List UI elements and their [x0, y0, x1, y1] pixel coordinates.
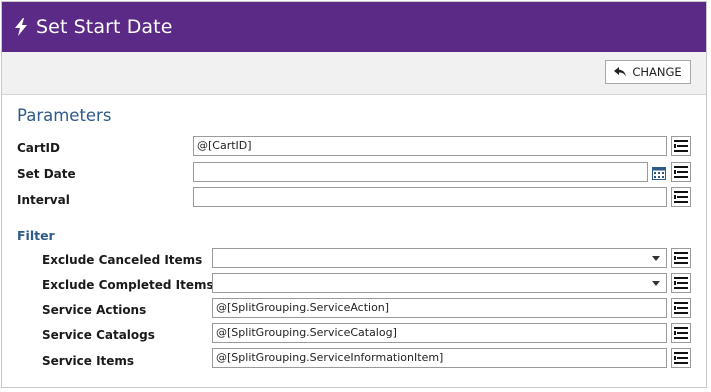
exclude-canceled-menu-button[interactable] [671, 248, 691, 268]
parameters-heading: Parameters [17, 106, 112, 125]
list-menu-icon [674, 166, 688, 178]
set-date-input[interactable] [193, 162, 648, 182]
cartid-label: CartID [17, 141, 60, 155]
service-items-label: Service Items [42, 354, 135, 368]
change-button-label: CHANGE [632, 65, 682, 79]
service-catalogs-input[interactable]: @[SplitGrouping.ServiceCatalog] [212, 323, 667, 343]
exclude-completed-label: Exclude Completed Items [42, 278, 214, 292]
chevron-down-icon [652, 256, 660, 261]
service-actions-label: Service Actions [42, 303, 147, 317]
filter-heading: Filter [17, 228, 55, 243]
list-menu-icon [674, 140, 688, 152]
service-items-menu-button[interactable] [671, 348, 691, 368]
service-actions-menu-button[interactable] [671, 298, 691, 318]
undo-arrow-icon [614, 66, 627, 77]
list-menu-icon [674, 277, 688, 289]
list-menu-icon [674, 191, 688, 203]
exclude-canceled-label: Exclude Canceled Items [42, 253, 203, 267]
cartid-menu-button[interactable] [671, 136, 691, 156]
exclude-completed-select[interactable] [212, 273, 667, 293]
list-menu-icon [674, 252, 688, 264]
chevron-down-icon [652, 281, 660, 286]
toolbar: CHANGE [2, 52, 706, 95]
cartid-input[interactable]: @[CartID] [193, 136, 667, 156]
calendar-icon[interactable] [652, 165, 666, 180]
lightning-bolt-icon [14, 18, 30, 36]
service-items-input[interactable]: @[SplitGrouping.ServiceInformationItem] [212, 348, 667, 368]
list-menu-icon [674, 352, 688, 364]
dialog-window: Set Start Date CHANGE Parameters CartID … [1, 1, 707, 388]
exclude-completed-menu-button[interactable] [671, 273, 691, 293]
window-title: Set Start Date [36, 16, 173, 38]
interval-menu-button[interactable] [671, 187, 691, 207]
interval-label: Interval [17, 193, 70, 207]
title-bar: Set Start Date [2, 2, 706, 52]
list-menu-icon [674, 327, 688, 339]
service-catalogs-menu-button[interactable] [671, 323, 691, 343]
exclude-canceled-select[interactable] [212, 248, 667, 268]
change-button[interactable]: CHANGE [605, 60, 691, 84]
service-actions-input[interactable]: @[SplitGrouping.ServiceAction] [212, 298, 667, 318]
set-date-menu-button[interactable] [671, 162, 691, 182]
list-menu-icon [674, 302, 688, 314]
service-catalogs-label: Service Catalogs [42, 328, 155, 342]
interval-input[interactable] [193, 187, 667, 207]
set-date-label: Set Date [17, 167, 76, 181]
